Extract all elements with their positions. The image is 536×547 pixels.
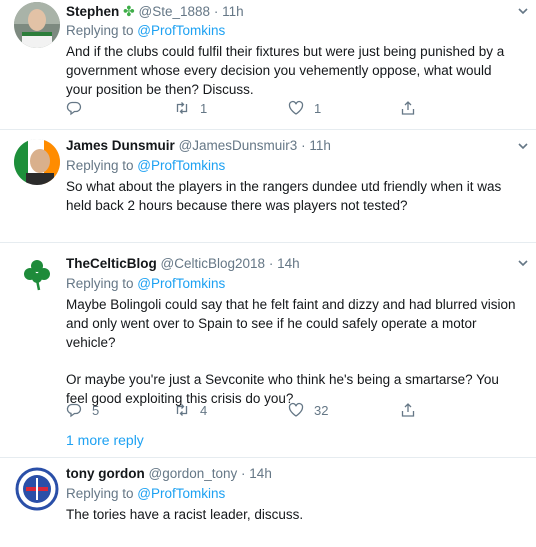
timestamp[interactable]: 14h xyxy=(277,256,300,271)
tweet-header: TheCelticBlog @CelticBlog2018 · 14h xyxy=(66,255,516,273)
replying-to: Replying to @ProfTomkins xyxy=(66,485,516,503)
share-button[interactable] xyxy=(400,400,426,420)
tweet-header: Stephen ✤ @Ste_1888 · 11h xyxy=(66,2,516,20)
tweet-header: James Dunsmuir @JamesDunsmuir3 · 11h xyxy=(66,137,516,155)
retweet-button[interactable]: 1 xyxy=(174,98,207,118)
retweet-count: 1 xyxy=(200,100,208,116)
replying-to: Replying to @ProfTomkins xyxy=(66,22,516,40)
like-count: 32 xyxy=(314,402,329,418)
chevron-down-icon[interactable] xyxy=(516,139,530,153)
replying-to: Replying to @ProfTomkins xyxy=(66,275,516,293)
replying-to-link[interactable]: @ProfTomkins xyxy=(137,486,225,501)
like-button[interactable]: 32 xyxy=(288,400,328,420)
share-button[interactable] xyxy=(400,98,426,118)
like-count: 1 xyxy=(314,100,322,116)
tweet-text: And if the clubs could fulfil their fixt… xyxy=(66,42,516,99)
timestamp[interactable]: 11h xyxy=(222,4,244,19)
tweet[interactable]: TheCelticBlog @CelticBlog2018 · 14h Repl… xyxy=(0,242,536,458)
separator-dot: · xyxy=(213,4,219,19)
separator-dot: · xyxy=(241,466,246,481)
replying-to: Replying to @ProfTomkins xyxy=(66,157,516,175)
reply-icon xyxy=(66,403,82,418)
tweet[interactable]: tony gordon @gordon_tony · 14h Replying … xyxy=(0,457,536,547)
tweet-paragraph: The tories have a racist leader, discuss… xyxy=(66,507,304,522)
replying-to-link[interactable]: @ProfTomkins xyxy=(137,276,225,291)
display-name[interactable]: Stephen xyxy=(66,4,119,19)
tweet-text: So what about the players in the rangers… xyxy=(66,177,516,215)
display-name[interactable]: tony gordon xyxy=(66,466,145,481)
tweet-text: The tories have a racist leader, discuss… xyxy=(66,505,516,524)
action-bar: 1 1 xyxy=(66,98,426,118)
tweet-paragraph: And if the clubs could fulfil their fixt… xyxy=(66,44,505,97)
reply-button[interactable]: 5 xyxy=(66,400,99,420)
action-bar: 5 4 32 xyxy=(66,400,426,420)
replying-label: Replying to xyxy=(66,23,138,38)
tweet[interactable]: James Dunsmuir @JamesDunsmuir3 · 11h Rep… xyxy=(0,129,536,243)
heart-icon xyxy=(288,402,304,417)
avatar[interactable] xyxy=(14,2,60,48)
timestamp[interactable]: 14h xyxy=(249,466,272,481)
avatar[interactable] xyxy=(14,252,60,298)
replying-label: Replying to xyxy=(66,486,138,501)
tweet-header: tony gordon @gordon_tony · 14h xyxy=(66,465,516,483)
timestamp[interactable]: 11h xyxy=(309,138,331,153)
more-replies-link[interactable]: 1 more reply xyxy=(66,432,144,448)
retweet-icon xyxy=(176,102,188,114)
user-handle[interactable]: @CelticBlog2018 xyxy=(161,256,266,271)
replying-to-link[interactable]: @ProfTomkins xyxy=(137,158,225,173)
reply-icon xyxy=(66,101,82,116)
tweet-paragraph: Maybe Bolingoli could say that he felt f… xyxy=(66,297,516,350)
share-icon xyxy=(401,101,415,115)
chevron-down-icon[interactable] xyxy=(516,4,530,18)
share-icon xyxy=(401,403,415,417)
display-name[interactable]: James Dunsmuir xyxy=(66,138,175,153)
avatar[interactable] xyxy=(14,466,60,512)
user-handle[interactable]: @gordon_tony xyxy=(149,466,238,481)
separator-dot: · xyxy=(268,256,274,271)
user-handle[interactable]: @JamesDunsmuir3 xyxy=(179,138,298,153)
avatar[interactable] xyxy=(14,139,60,185)
tweet[interactable]: Stephen ✤ @Ste_1888 · 11h Replying to @P… xyxy=(0,0,536,130)
like-button[interactable]: 1 xyxy=(288,98,321,118)
clover-icon: ✤ xyxy=(123,3,135,19)
display-name[interactable]: TheCelticBlog xyxy=(66,256,157,271)
user-handle[interactable]: @Ste_1888 xyxy=(139,4,211,19)
chevron-down-icon[interactable] xyxy=(516,256,530,270)
retweet-icon xyxy=(176,404,188,416)
tweet-text: Maybe Bolingoli could say that he felt f… xyxy=(66,295,516,408)
separator-dot: · xyxy=(301,138,306,153)
retweet-count: 4 xyxy=(200,402,208,418)
retweet-button[interactable]: 4 xyxy=(174,400,207,420)
replying-label: Replying to xyxy=(66,158,138,173)
replying-label: Replying to xyxy=(66,276,138,291)
reply-button[interactable] xyxy=(66,98,92,118)
tweet-paragraph: So what about the players in the rangers… xyxy=(66,179,502,213)
reply-count: 5 xyxy=(92,402,100,418)
heart-icon xyxy=(288,100,304,115)
replying-to-link[interactable]: @ProfTomkins xyxy=(137,23,225,38)
